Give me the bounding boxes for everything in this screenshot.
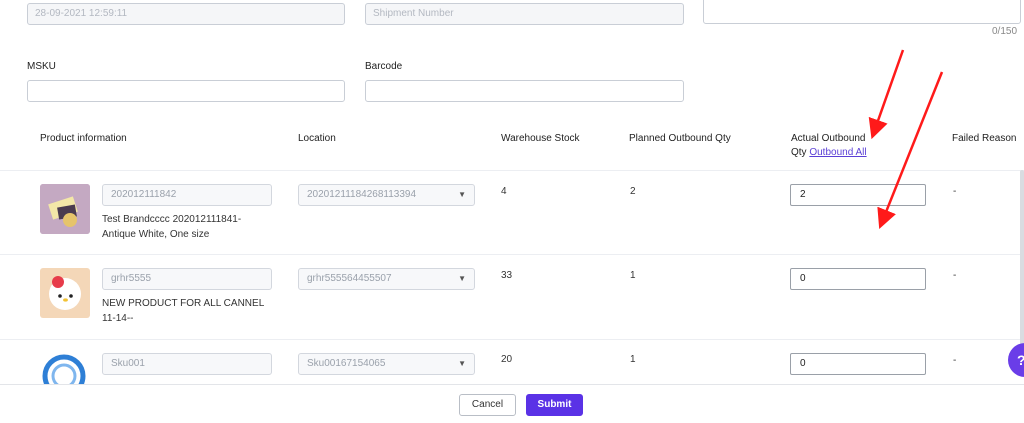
annotation-arrows: [868, 49, 944, 229]
cancel-button[interactable]: Cancel: [459, 394, 516, 416]
red-arrow-2: [877, 71, 944, 229]
red-arrow-1: [868, 49, 905, 140]
submit-button[interactable]: Submit: [526, 394, 583, 416]
form-footer: Cancel Submit: [0, 384, 1024, 423]
